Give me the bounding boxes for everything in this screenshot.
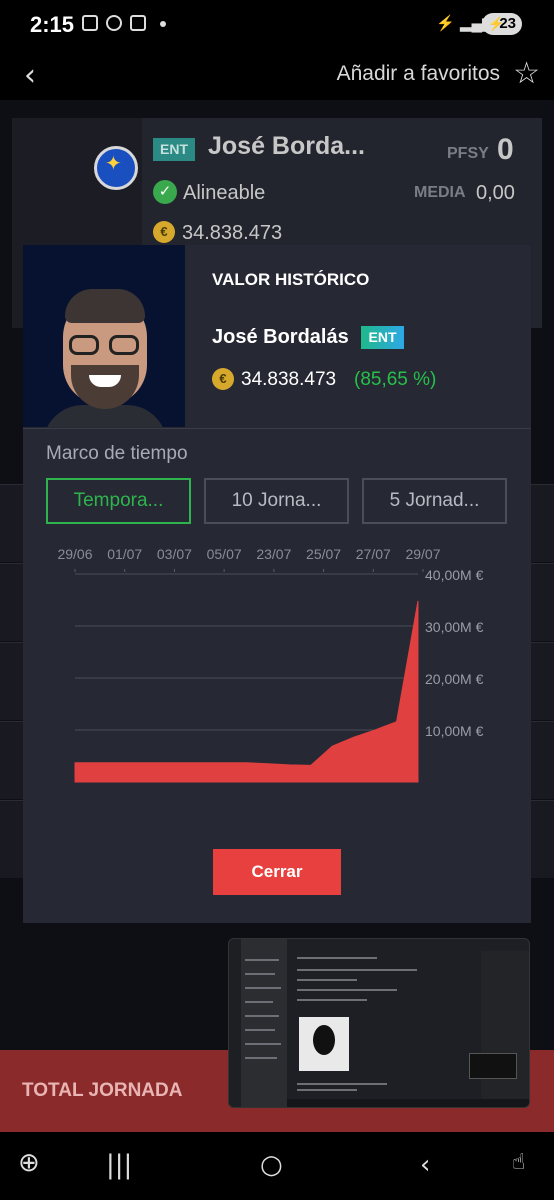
x-tick-label: 03/07 <box>157 546 192 562</box>
y-tick-label: 30,00M € <box>425 619 484 635</box>
x-tick-label: 27/07 <box>356 546 391 562</box>
gallery-icon <box>82 15 98 31</box>
star-icon[interactable]: ☆ <box>513 56 540 91</box>
total-jornada-label: TOTAL JORNADA <box>22 1080 183 1101</box>
series-area <box>74 600 419 783</box>
pip-image <box>299 1017 349 1071</box>
app-icon <box>106 15 122 31</box>
modal-value: 34.838.473 <box>241 369 337 390</box>
y-tick-label: 40,00M € <box>425 567 484 583</box>
tab-temporada[interactable]: Tempora... <box>46 478 191 524</box>
x-tick-label: 23/07 <box>256 546 291 562</box>
value-history-chart: 40,00M € 30,00M € 20,00M € 10,00M € 29/06 01/… <box>57 546 484 783</box>
touch-lock-icon[interactable]: ☝ <box>512 1150 525 1175</box>
recent-apps-icon[interactable]: ||| <box>106 1150 132 1180</box>
modal-player-name: José Bordalás <box>212 326 349 348</box>
add-favorite-label[interactable]: Añadir a favoritos <box>337 62 500 86</box>
media-value: 0,00 <box>476 182 515 204</box>
team-crest-icon: ✦ <box>94 146 138 190</box>
check-icon: ✓ <box>153 180 177 204</box>
gamepad-icon[interactable]: ⊕ <box>18 1148 40 1178</box>
media-label: MEDIA <box>414 184 466 201</box>
pip-mini-window <box>469 1053 517 1079</box>
x-tick-label: 01/07 <box>107 546 142 562</box>
top-bar: ‹ Añadir a favoritos ☆ <box>0 50 554 100</box>
tab-5-jornadas[interactable]: 5 Jornad... <box>362 478 507 524</box>
close-button[interactable]: Cerrar <box>213 849 341 895</box>
historic-value-modal: VALOR HISTÓRICO José Bordalás ENT € 34.8… <box>23 245 531 923</box>
x-tick-label: 29/07 <box>405 546 440 562</box>
status-time: 2:15 <box>30 12 75 37</box>
modal-title: VALOR HISTÓRICO <box>212 270 370 289</box>
divider <box>23 428 531 429</box>
coin-icon: € <box>153 221 175 243</box>
pip-taskbar <box>287 1099 529 1107</box>
home-icon[interactable]: ○ <box>260 1150 283 1180</box>
player-status: Alineable <box>183 182 266 204</box>
pip-member-panel <box>481 951 529 1107</box>
pip-server-rail <box>229 939 241 1107</box>
charging-icon: ⚡ <box>488 16 505 31</box>
screenshot-icon <box>130 15 146 31</box>
battery-indicator: ⚡ 23 <box>482 13 522 35</box>
coin-icon: € <box>212 368 234 390</box>
navigation-bar: ⊕ ||| ○ ‹ ☝ <box>0 1132 554 1200</box>
back-chevron-icon[interactable]: ‹ <box>24 58 36 93</box>
pfsy-value: 0 <box>497 133 514 166</box>
modal-position-badge: ENT <box>361 326 404 349</box>
pfsy-label: PFSY <box>447 145 489 162</box>
market-value: 34.838.473 <box>182 222 283 244</box>
player-photo <box>23 245 185 427</box>
y-tick-label: 10,00M € <box>425 723 484 739</box>
timeframe-label: Marco de tiempo <box>46 443 188 464</box>
status-bar: 2:15 ⚡ ▂▄▆ ⚡ 23 <box>0 0 554 50</box>
position-badge: ENT <box>153 138 195 161</box>
x-tick-label: 05/07 <box>207 546 242 562</box>
x-tick-label: 25/07 <box>306 546 341 562</box>
back-icon[interactable]: ‹ <box>420 1150 430 1180</box>
tab-10-jornadas[interactable]: 10 Jorna... <box>204 478 349 524</box>
notification-dot-icon <box>160 21 166 27</box>
modal-change: (85,65 %) <box>354 369 437 390</box>
y-tick-label: 20,00M € <box>425 671 484 687</box>
x-tick-label: 29/06 <box>57 546 92 562</box>
player-name: José Borda... <box>208 132 365 160</box>
wifi-icon: ⚡ <box>436 15 455 32</box>
picture-in-picture-window[interactable] <box>228 938 530 1108</box>
